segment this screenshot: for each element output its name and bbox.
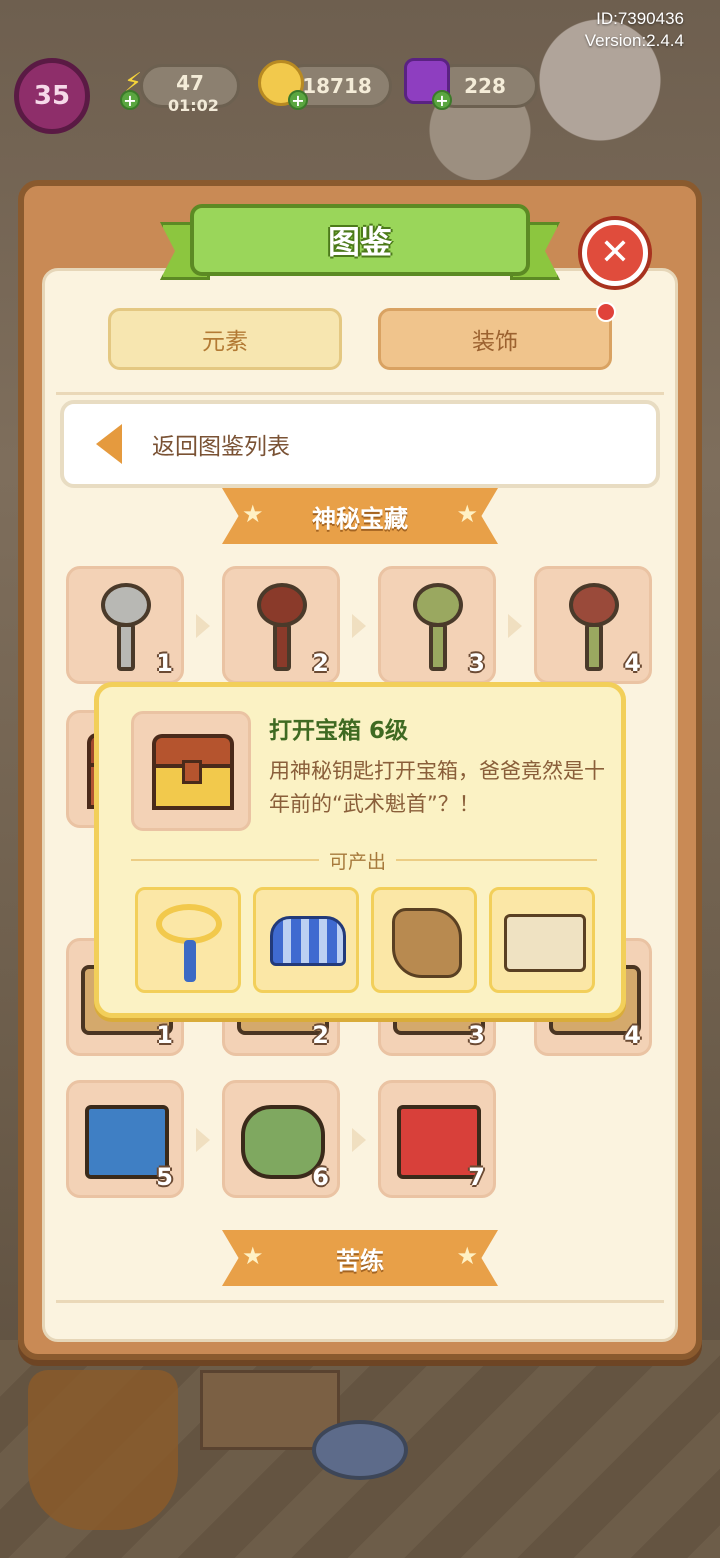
tooltip-item-slot: [131, 711, 251, 831]
dialog-title-banner: 图鉴: [190, 204, 530, 276]
divider: [56, 1300, 664, 1303]
item-level: 6: [312, 1163, 329, 1191]
dialog-title: 图鉴: [327, 223, 392, 261]
item-slot[interactable]: 6: [222, 1080, 340, 1198]
energy-value: 47: [176, 71, 204, 95]
item-slot[interactable]: 5: [66, 1080, 184, 1198]
bronze-key-icon: [251, 583, 311, 671]
add-energy-button[interactable]: +: [120, 90, 140, 110]
back-to-list-label: 返回图鉴列表: [152, 434, 290, 460]
chevron-right-icon: [352, 614, 366, 638]
build-info: ID:7390436 Version:2.4.4: [585, 8, 684, 52]
item-slot[interactable]: 4: [534, 566, 652, 684]
item-level: 4: [624, 1021, 641, 1049]
item-level: 1: [156, 1021, 173, 1049]
star-icon: ★: [456, 500, 478, 528]
back-to-list-button[interactable]: 返回图鉴列表: [60, 400, 660, 488]
star-icon: ★: [242, 1242, 264, 1270]
item-level: 3: [468, 1021, 485, 1049]
chevron-right-icon: [508, 614, 522, 638]
section-title: 神秘宝藏: [312, 504, 408, 533]
chevron-right-icon: [352, 1128, 366, 1152]
item-level: 1: [156, 649, 173, 677]
fan-decoration: [312, 1420, 408, 1480]
item-level: 2: [312, 1021, 329, 1049]
close-button[interactable]: ✕: [582, 220, 648, 286]
martial-scroll-icon: [504, 914, 586, 972]
output-slot[interactable]: [489, 887, 595, 993]
item-level: 5: [156, 1163, 173, 1191]
produce-label: 可产出: [319, 847, 397, 874]
tab-decorations[interactable]: 装饰: [378, 308, 612, 370]
section-banner-mystery-treasure: ★ 神秘宝藏 ★: [222, 488, 498, 544]
chevron-right-icon: [196, 1128, 210, 1152]
output-slot[interactable]: [253, 887, 359, 993]
section-title: 苦练: [336, 1246, 384, 1275]
version-label: Version:2.4.4: [584, 31, 684, 50]
coin-value: 18718: [302, 74, 372, 98]
player-id: ID:7390436: [596, 9, 684, 28]
item-slot[interactable]: 1: [66, 566, 184, 684]
training-wheel-icon: [156, 904, 222, 944]
divider: [56, 392, 664, 395]
notification-dot: [596, 302, 616, 322]
item-slot[interactable]: 2: [222, 566, 340, 684]
item-level: 7: [468, 1163, 485, 1191]
close-icon: ✕: [599, 232, 631, 273]
back-arrow-icon: [96, 424, 122, 464]
output-slot[interactable]: [135, 887, 241, 993]
item-level: 3: [468, 649, 485, 677]
silver-key-icon: [95, 583, 155, 671]
wooden-dummy-icon: [392, 908, 462, 978]
treasure-chest-icon: [152, 734, 234, 812]
star-icon: ★: [242, 500, 264, 528]
training-ladder-icon: [270, 916, 346, 966]
item-slot[interactable]: 3: [378, 566, 496, 684]
star-icon: ★: [456, 1242, 478, 1270]
jade-key-icon: [407, 583, 467, 671]
level-badge[interactable]: 35: [14, 58, 90, 134]
lightning-decoration: [28, 1370, 178, 1530]
key-ring-icon: [563, 583, 623, 671]
item-detail-tooltip: 打开宝箱 6级 用神秘钥匙打开宝箱，爸爸竟然是十年前的“武术魁首”？！ 可产出: [94, 682, 626, 1018]
tab-elements-label: 元素: [202, 329, 248, 355]
tab-decorations-label: 装饰: [472, 329, 518, 355]
item-level: 2: [312, 649, 329, 677]
item-slot[interactable]: 7: [378, 1080, 496, 1198]
section-banner-practice: ★ 苦练 ★: [222, 1230, 498, 1286]
output-slot[interactable]: [371, 887, 477, 993]
energy-timer: 01:02: [168, 96, 219, 115]
chevron-right-icon: [196, 614, 210, 638]
gem-value: 228: [464, 74, 506, 98]
add-coins-button[interactable]: +: [288, 90, 308, 110]
add-gems-button[interactable]: +: [432, 90, 452, 110]
tooltip-item-name: 打开宝箱 6级: [269, 718, 409, 744]
tooltip-item-description: 用神秘钥匙打开宝箱，爸爸竟然是十年前的“武术魁首”？！: [269, 759, 605, 816]
level-number: 35: [33, 81, 71, 111]
tab-elements[interactable]: 元素: [108, 308, 342, 370]
item-level: 4: [624, 649, 641, 677]
